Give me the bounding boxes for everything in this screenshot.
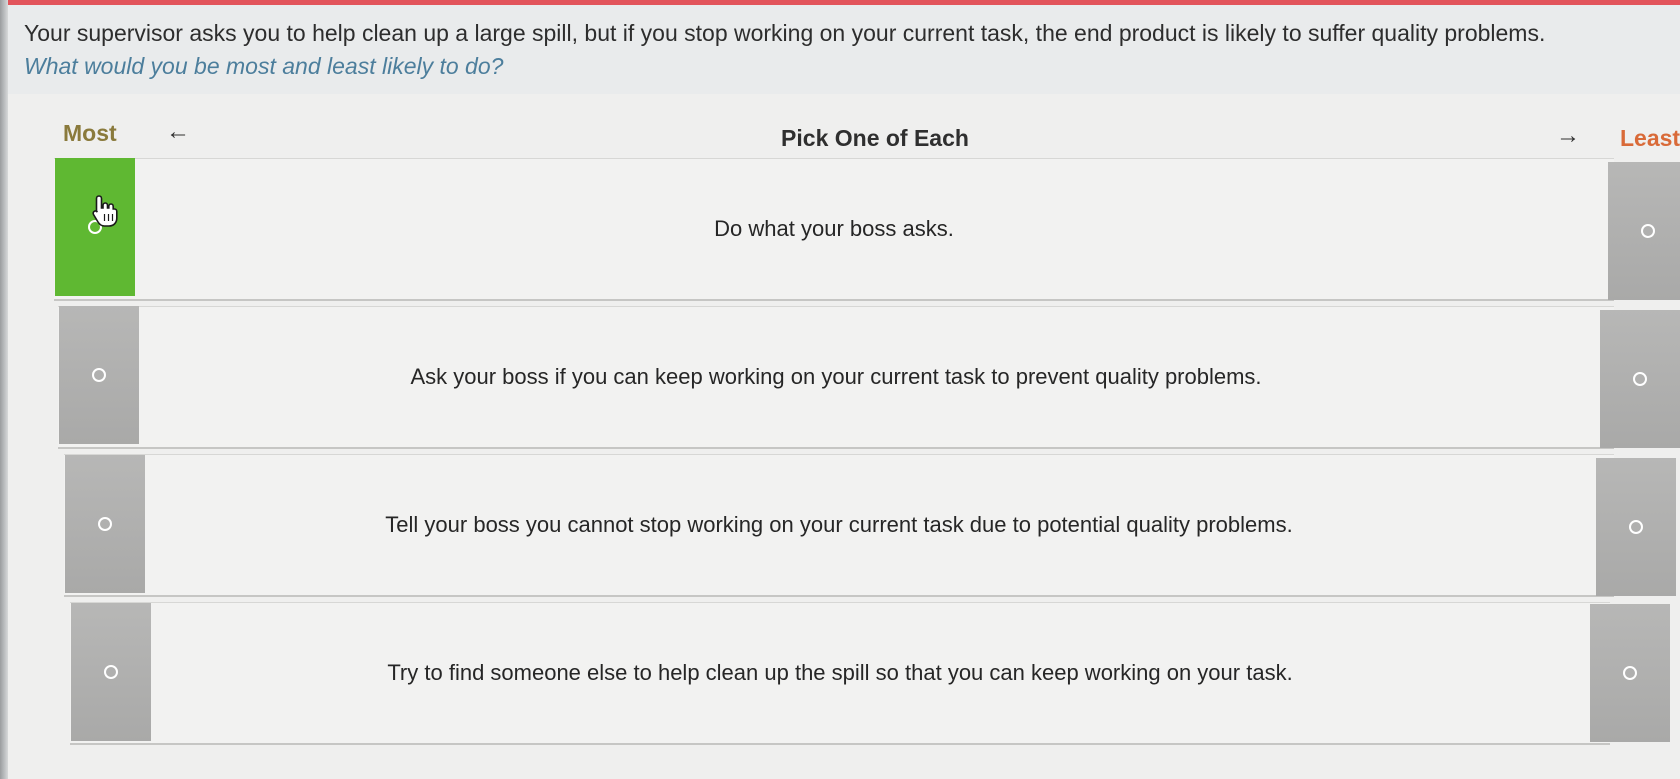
option-row: Tell your boss you cannot stop working o… bbox=[64, 454, 1614, 597]
option-row: Ask your boss if you can keep working on… bbox=[58, 306, 1614, 449]
option-text: Do what your boss asks. bbox=[714, 216, 954, 241]
option-text: Try to find someone else to help clean u… bbox=[387, 660, 1293, 685]
arrow-left-icon: ← bbox=[166, 118, 190, 145]
radio-circle-icon bbox=[1633, 372, 1647, 386]
least-option-2-button[interactable] bbox=[1600, 310, 1680, 448]
most-option-3-button[interactable] bbox=[65, 455, 145, 593]
option-text: Tell your boss you cannot stop working o… bbox=[385, 512, 1293, 537]
most-option-2-button[interactable] bbox=[59, 306, 139, 444]
option-row: Try to find someone else to help clean u… bbox=[70, 602, 1610, 745]
least-option-3-button[interactable] bbox=[1596, 458, 1676, 596]
radio-circle-icon bbox=[92, 368, 106, 382]
radio-circle-icon bbox=[1641, 224, 1655, 238]
radio-circle-icon bbox=[1629, 520, 1643, 534]
least-option-4-button[interactable] bbox=[1590, 604, 1670, 742]
radio-circle-icon bbox=[104, 665, 118, 679]
top-accent-bar bbox=[0, 0, 1680, 5]
question-text: Your supervisor asks you to help clean u… bbox=[24, 20, 1546, 46]
radio-circle-icon bbox=[1623, 666, 1637, 680]
option-row: Do what your boss asks. bbox=[54, 158, 1614, 301]
option-text: Ask your boss if you can keep working on… bbox=[410, 364, 1262, 389]
most-label: Most bbox=[63, 120, 117, 146]
hand-pointer-icon bbox=[92, 195, 118, 227]
instruction-label: Pick One of Each bbox=[781, 125, 969, 151]
question-prompt: What would you be most and least likely … bbox=[24, 53, 504, 79]
arrow-right-icon: → bbox=[1556, 122, 1580, 149]
most-option-4-button[interactable] bbox=[71, 603, 151, 741]
radio-circle-icon bbox=[98, 517, 112, 531]
window-edge bbox=[0, 0, 8, 779]
least-label: Least bbox=[1620, 125, 1680, 151]
least-option-1-button[interactable] bbox=[1608, 162, 1680, 300]
